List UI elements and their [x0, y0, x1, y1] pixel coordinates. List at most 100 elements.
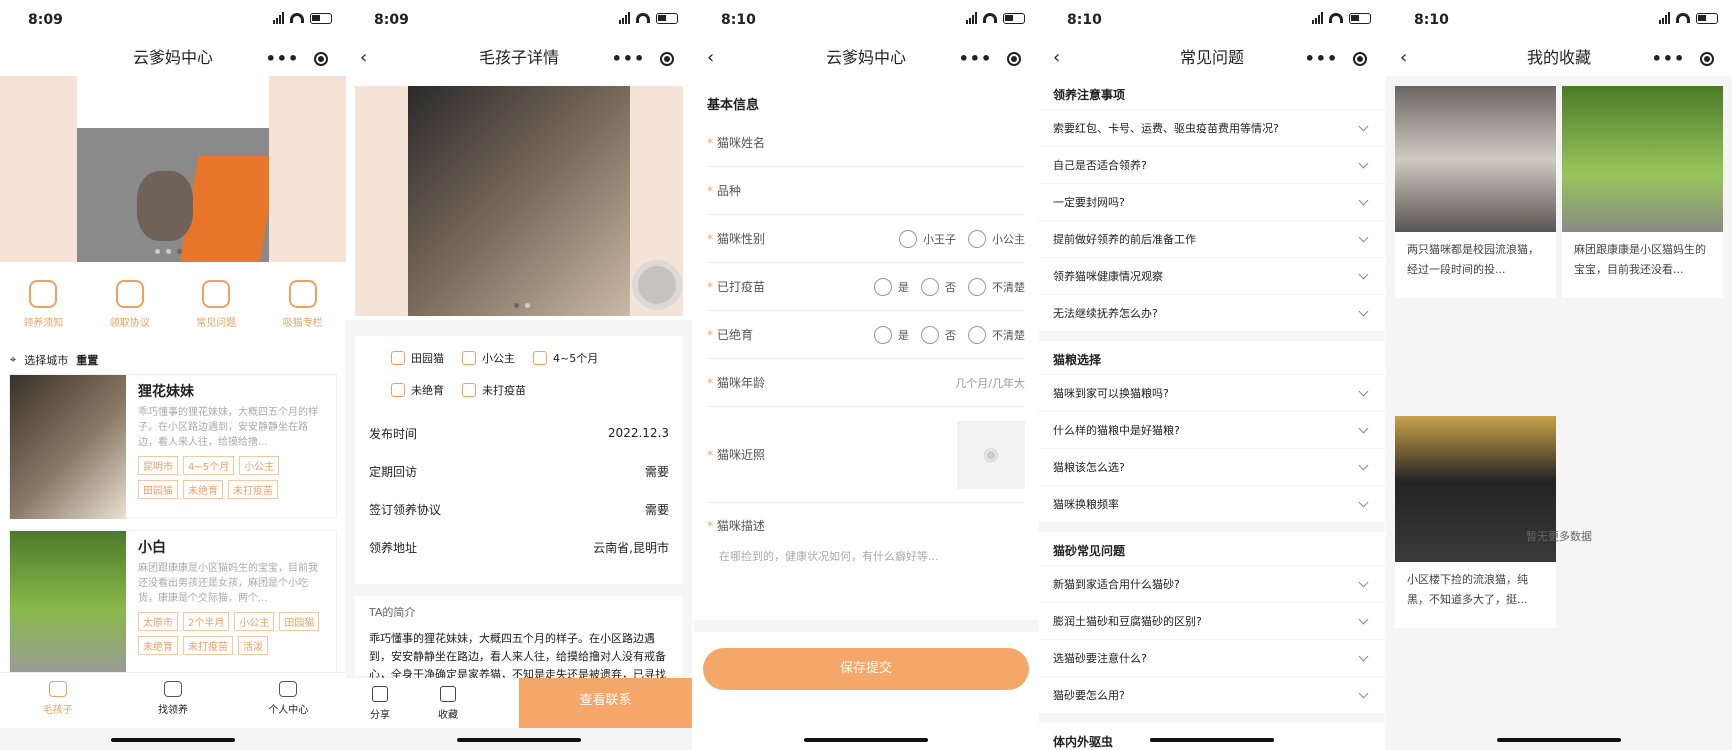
wifi-icon [636, 13, 650, 23]
banner-carousel[interactable] [0, 76, 346, 262]
gender-field: * 猫咪性别 小王子 小公主 [707, 215, 1025, 263]
save-submit-button[interactable]: 保存提交 [703, 648, 1029, 690]
user-icon [279, 681, 298, 697]
more-icon[interactable]: ••• [266, 51, 300, 67]
carousel-dots [155, 249, 182, 254]
more-icon[interactable]: ••• [1305, 51, 1339, 67]
breed-field[interactable]: * 品种 [707, 167, 1025, 215]
radio-prince[interactable]: 小王子 [899, 229, 956, 248]
wifi-icon [1329, 13, 1343, 23]
favorite-card[interactable]: 麻团跟康康是小区猫妈生的宝宝，目前我还没看... [1562, 86, 1723, 298]
floating-button[interactable] [632, 260, 682, 310]
back-icon[interactable]: ‹ [1053, 40, 1060, 76]
more-icon[interactable]: ••• [959, 51, 993, 67]
page-title: 常见问题 [1179, 48, 1244, 67]
faq-item[interactable]: 索要红包、卡号、运费、驱虫疫苗费用等情况? [1039, 109, 1385, 146]
tab-profile[interactable]: 个人中心 [231, 673, 346, 728]
close-miniapp-icon[interactable] [1700, 52, 1715, 66]
favorite-button[interactable]: 收藏 [414, 678, 482, 728]
radio-yes[interactable]: 是 [874, 277, 909, 296]
radio-no[interactable]: 否 [921, 277, 956, 296]
quick-adopt-notice[interactable]: 领养须知 [8, 280, 78, 346]
kv-row: 签订领养协议 需要 [369, 502, 669, 517]
back-icon[interactable]: ‹ [1400, 40, 1407, 76]
screen-favorites: 8:10 ‹ 我的收藏 ••• 两只猫咪都是校园流浪猫，经过一段时间的投... 麻… [1386, 0, 1732, 750]
faq-section: 猫粮选择猫咪到家可以换猫粮吗? 什么样的猫粮中是好猫粮? 猫粮该怎么选? 猫咪换粮频率 [1039, 341, 1385, 522]
faq-item[interactable]: 猫砂要怎么用? [1039, 676, 1385, 713]
no-more-data: 暂无更多数据 [1526, 530, 1592, 543]
chevron-down-icon [1358, 121, 1369, 131]
capsule[interactable]: ••• [604, 46, 682, 72]
capsule[interactable]: ••• [951, 46, 1029, 72]
radio-no[interactable]: 否 [921, 325, 956, 344]
city-selector[interactable]: ⌖ 选择城市 重置 [0, 346, 346, 374]
wifi-icon [290, 13, 304, 23]
age-icon [533, 351, 547, 365]
faq-item[interactable]: 选猫砂要注意什么? [1039, 639, 1385, 676]
cat-icon [29, 280, 58, 308]
share-button[interactable]: 分享 [346, 678, 414, 728]
radio-princess[interactable]: 小公主 [968, 229, 1025, 248]
clock: 8:09 [28, 12, 63, 28]
radio-yes[interactable]: 是 [874, 325, 909, 344]
favorite-card[interactable]: 两只猫咪都是校园流浪猫，经过一段时间的投... [1395, 86, 1556, 298]
capsule[interactable]: ••• [1297, 46, 1375, 72]
faq-item[interactable]: 一定要封网吗? [1039, 183, 1385, 220]
pet-card[interactable]: 小白 麻团跟康康是小区猫妈生的宝宝，目前我还没看出男孩还是女孩，麻团是个小吃货，康… [9, 530, 337, 675]
faq-item[interactable]: 领养猫咪健康情况观察 [1039, 257, 1385, 294]
battery-icon [1349, 12, 1371, 24]
home-indicator [804, 738, 928, 742]
camera-icon[interactable]: ◉ [957, 420, 1025, 489]
faq-item[interactable]: 自己是否适合领养? [1039, 146, 1385, 183]
age-field[interactable]: * 猫咪年龄 几个月/几年大 [707, 359, 1025, 407]
status-bar: 8:09 [346, 0, 692, 40]
faq-item[interactable]: 无法继续抚养怎么办? [1039, 294, 1385, 331]
faq-item[interactable]: 膨润土猫砂和豆腐猫砂的区别? [1039, 602, 1385, 639]
view-contact-button[interactable]: 查看联系 [519, 678, 692, 728]
faq-item[interactable]: 猫咪换粮频率 [1039, 485, 1385, 522]
chevron-down-icon [1358, 423, 1369, 433]
clock: 8:09 [374, 12, 409, 28]
quick-column[interactable]: 吸猫专栏 [268, 280, 338, 346]
pet-desc: 麻团跟康康是小区猫妈生的宝宝，目前我还没看出男孩还是女孩，麻团是个小吃货，康康是… [138, 563, 318, 604]
more-icon[interactable]: ••• [612, 51, 646, 67]
home-indicator [1150, 738, 1274, 742]
faq-item[interactable]: 新猫到家适合用什么猫砂? [1039, 565, 1385, 602]
tab-pets[interactable]: 毛孩子 [0, 673, 115, 728]
faq-section-title: 猫粮选择 [1053, 353, 1102, 367]
favorite-card[interactable]: 小区楼下捡的流浪猫，纯黑，不知道多大了，挺... [1395, 416, 1556, 628]
capsule[interactable]: ••• [258, 46, 336, 72]
close-miniapp-icon[interactable] [660, 52, 675, 66]
back-icon[interactable]: ‹ [707, 40, 714, 76]
vaccine-attr: 未打疫苗 [462, 382, 526, 398]
faq-item[interactable]: 什么样的猫粮中是好猫粮? [1039, 411, 1385, 448]
desc-field[interactable]: * 猫咪描述 在哪捡到的，健康状况如何，有什么癖好等... [707, 503, 1025, 564]
faq-item[interactable]: 猫粮该怎么选? [1039, 448, 1385, 485]
back-icon[interactable]: ‹ [360, 40, 367, 76]
chevron-down-icon [1358, 232, 1369, 242]
more-icon[interactable]: ••• [1652, 51, 1686, 67]
quick-agreement[interactable]: 领取协议 [95, 280, 165, 346]
screen-home: 8:09 云爹妈中心 ••• 领养须知 领取协议 常见问题 吸猫专栏 ⌖ 选择城市… [0, 0, 346, 750]
name-field[interactable]: * 猫咪姓名 [707, 119, 1025, 167]
kv-row: 发布时间 2022.12.3 [369, 426, 669, 441]
close-miniapp-icon[interactable] [1007, 52, 1022, 66]
tab-find[interactable]: 找领养 [115, 673, 230, 728]
quick-faq[interactable]: 常见问题 [181, 280, 251, 346]
close-miniapp-icon[interactable] [314, 52, 329, 66]
capsule[interactable]: ••• [1644, 46, 1722, 72]
faq-item[interactable]: 猫咪到家可以换猫粮吗? [1039, 374, 1385, 411]
faq-item[interactable]: 提前做好领养的前后准备工作 [1039, 220, 1385, 257]
sterile-icon [391, 383, 405, 397]
radio-unknown[interactable]: 不清楚 [968, 277, 1025, 296]
chevron-down-icon [1358, 497, 1369, 507]
battery-icon [1003, 12, 1025, 24]
chevron-down-icon [1358, 195, 1369, 205]
radio-unknown[interactable]: 不清楚 [968, 325, 1025, 344]
close-miniapp-icon[interactable] [1353, 52, 1368, 66]
pet-card[interactable]: 狸花妹妹 乖巧懂事的狸花妹妹，大概四五个月的样子。在小区路边遇到，安安静静坐在路边… [9, 374, 337, 519]
pet-attributes: 田园猫 小公主 4~5个月 未绝育 未打疫苗 发布时间 2022.12.3 定期回访 需要… [355, 336, 683, 584]
faq-section-title: 领养注意事项 [1053, 88, 1126, 102]
nav-bar: ‹ 我的收藏 ••• [1386, 40, 1732, 76]
battery-icon [656, 12, 678, 24]
